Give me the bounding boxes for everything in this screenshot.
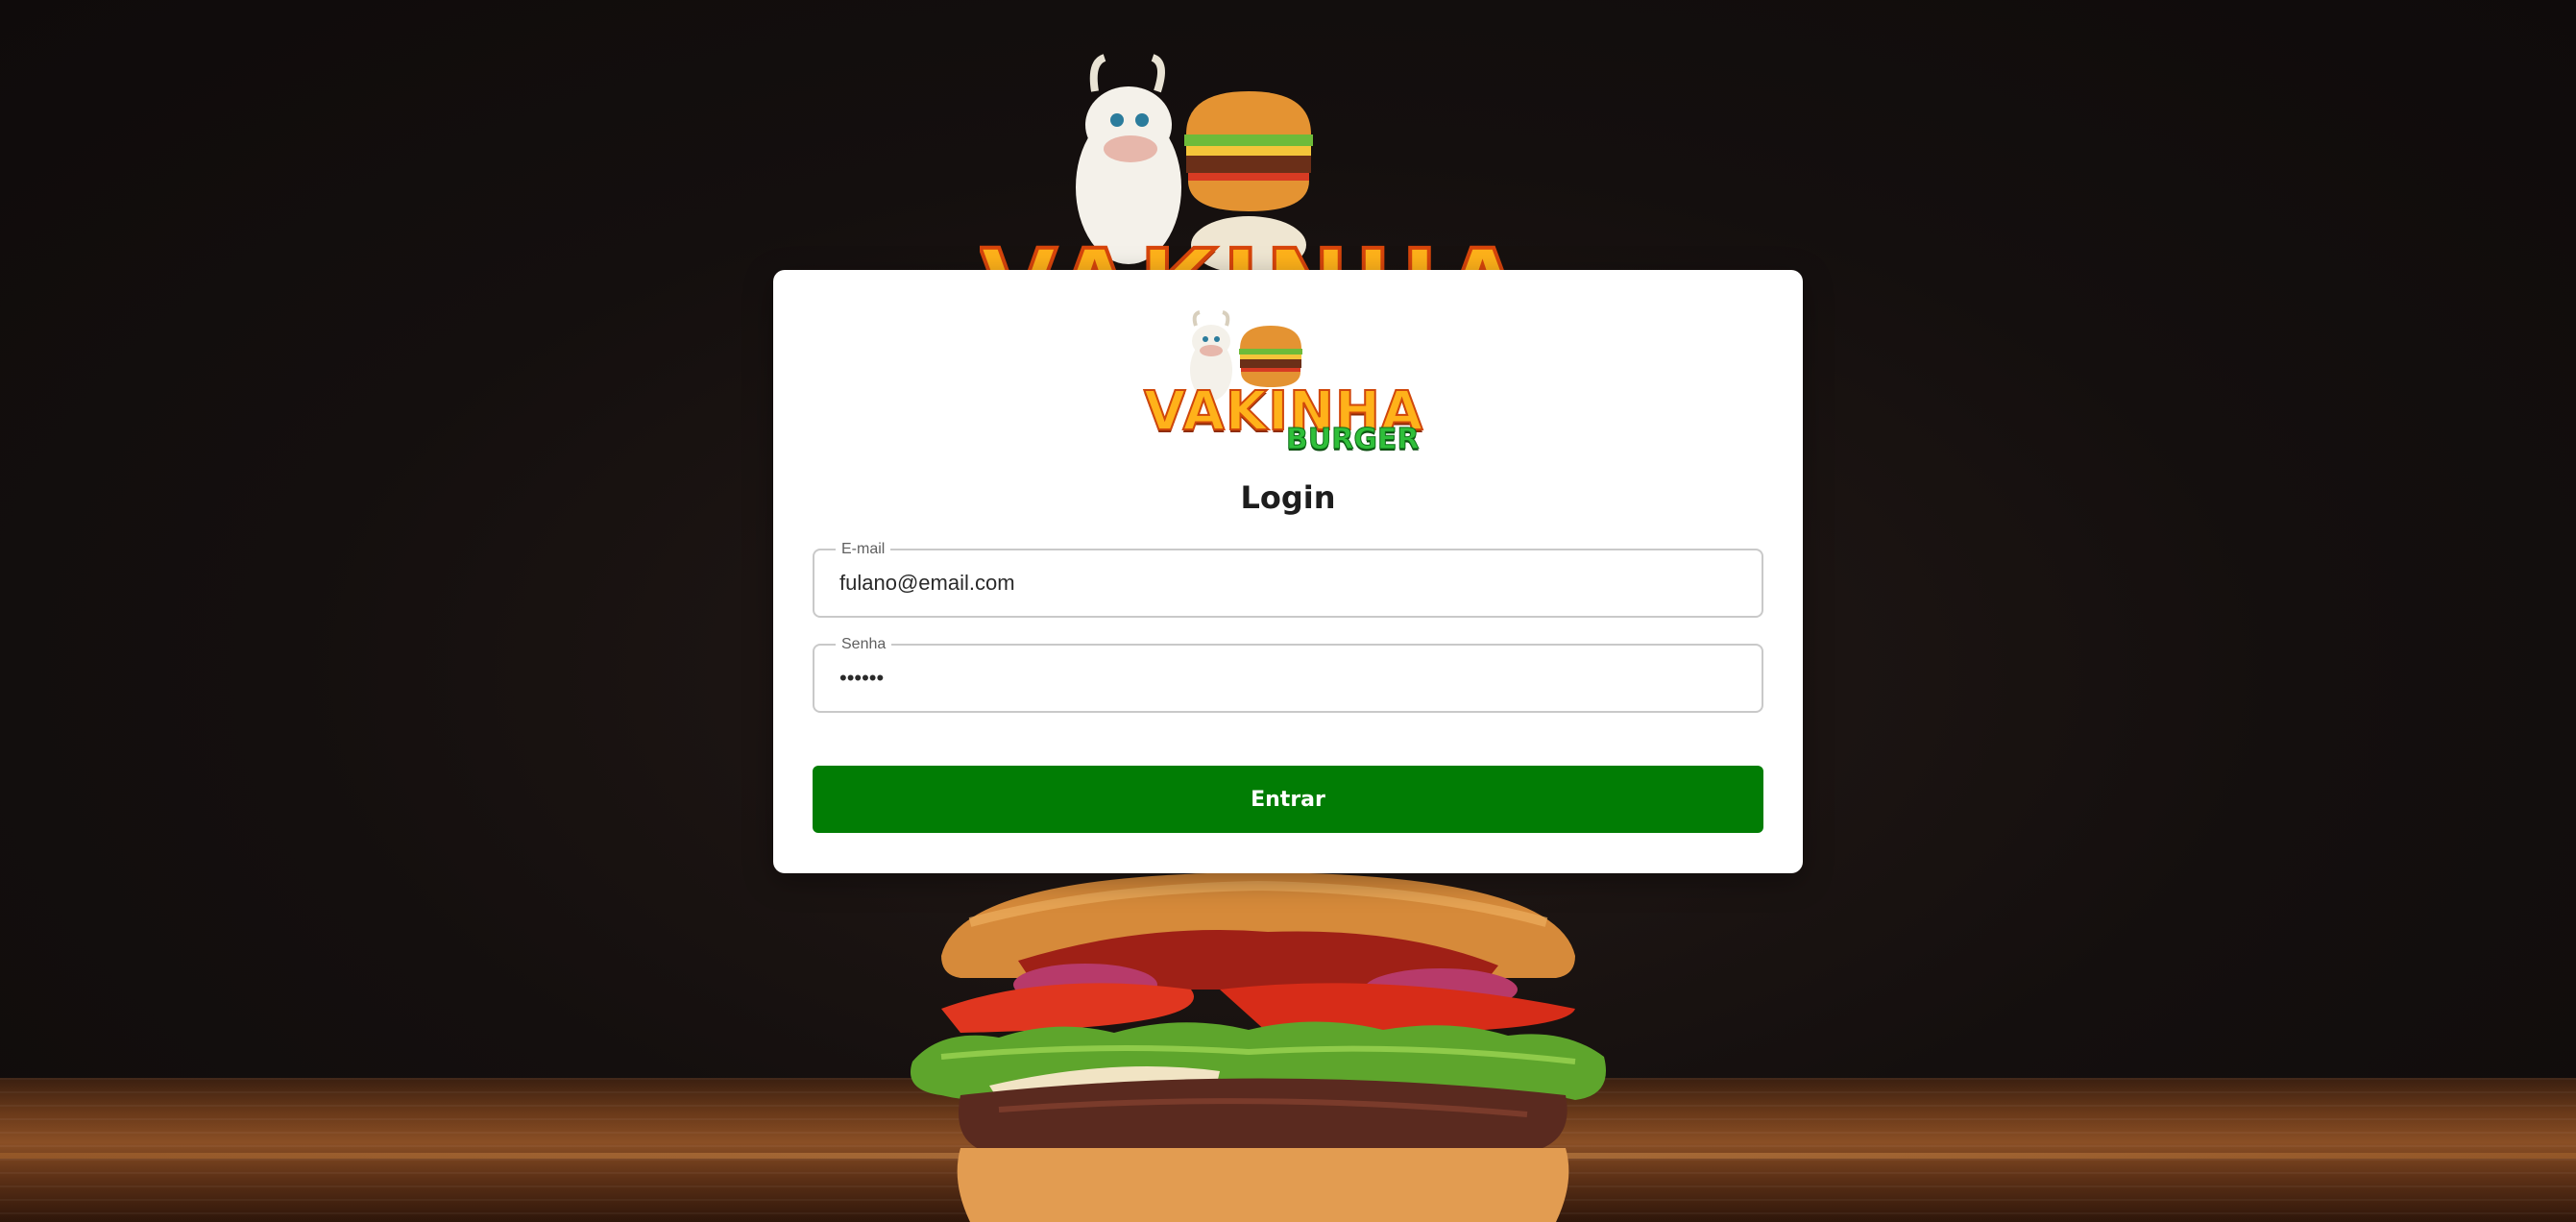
brand-logo: VAKINHA BURGER: [1142, 310, 1434, 454]
background-burger-image: [911, 872, 1606, 1222]
password-input[interactable]: [839, 659, 1733, 697]
email-label: E-mail: [836, 540, 891, 559]
login-card: VAKINHA BURGER Login E-mail Senha Entrar: [773, 270, 1803, 873]
login-button[interactable]: Entrar: [813, 766, 1763, 833]
page-title: Login: [1240, 479, 1336, 516]
brand-subtitle: BURGER: [1286, 423, 1421, 456]
login-page: VAKINHA VAKINHA BURGER Login E-mail fula…: [0, 0, 2576, 1222]
password-label: Senha: [836, 635, 892, 654]
email-input[interactable]: [839, 564, 1733, 602]
email-field[interactable]: E-mail: [813, 540, 1763, 618]
password-field[interactable]: Senha: [813, 635, 1763, 713]
